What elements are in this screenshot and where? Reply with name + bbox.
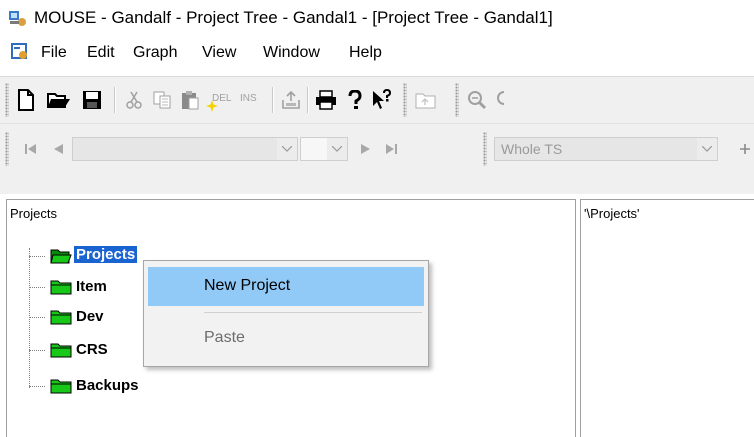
tree-connector bbox=[29, 256, 45, 257]
navigation-toolbar: Whole TS bbox=[0, 123, 754, 194]
record-select[interactable] bbox=[72, 137, 298, 161]
chevron-down-icon[interactable] bbox=[697, 138, 717, 160]
scissors-icon bbox=[126, 91, 142, 109]
toolbar-grip[interactable] bbox=[5, 132, 9, 166]
help-button[interactable] bbox=[343, 88, 367, 112]
toolbar-grip[interactable] bbox=[5, 83, 9, 117]
first-record-button[interactable] bbox=[18, 137, 42, 161]
printer-icon bbox=[316, 90, 336, 110]
chevron-down-icon[interactable] bbox=[327, 138, 347, 160]
add-button[interactable] bbox=[736, 137, 754, 161]
context-menu-new-project[interactable]: New Project bbox=[148, 267, 424, 306]
tree-node-crs[interactable]: CRS bbox=[74, 341, 110, 358]
upload-button[interactable] bbox=[279, 88, 303, 112]
folder-icon bbox=[50, 379, 72, 394]
tree-node-projects[interactable]: Projects bbox=[74, 246, 138, 263]
mouse-app-icon bbox=[9, 11, 26, 26]
document-window-icon[interactable] bbox=[10, 42, 30, 62]
magnifier-icon bbox=[468, 91, 487, 110]
menu-help[interactable]: Help bbox=[349, 44, 382, 62]
time-range-value: Whole TS bbox=[501, 141, 563, 157]
print-button[interactable] bbox=[314, 88, 338, 112]
tree-connector bbox=[29, 350, 45, 351]
title-bar: MOUSE - Gandalf - Project Tree - Gandal1… bbox=[0, 0, 754, 34]
main-toolbar: DEL INS bbox=[0, 76, 754, 123]
open-folder-icon bbox=[47, 93, 70, 108]
upload-tray-icon bbox=[282, 90, 300, 109]
context-menu-label: New Project bbox=[204, 277, 291, 294]
tree-connector bbox=[29, 317, 45, 318]
context-menu-label: Paste bbox=[204, 329, 245, 346]
pointer-help-icon bbox=[373, 89, 392, 109]
toolbar-grip[interactable] bbox=[455, 83, 459, 117]
skip-last-icon bbox=[386, 144, 397, 154]
toolbar-separator bbox=[114, 87, 115, 113]
paste-button[interactable] bbox=[178, 88, 202, 112]
copy-button[interactable] bbox=[150, 88, 174, 112]
zoom-button[interactable] bbox=[465, 88, 489, 112]
clipboard-icon bbox=[182, 91, 199, 110]
toolbar-separator bbox=[307, 87, 308, 113]
question-mark-icon bbox=[348, 90, 362, 109]
folder-up-button[interactable] bbox=[414, 88, 438, 112]
pane-header: Projects bbox=[10, 206, 57, 221]
folder-icon bbox=[50, 310, 72, 325]
sub-record-select[interactable] bbox=[300, 137, 348, 161]
menu-separator bbox=[204, 312, 422, 313]
new-file-button[interactable] bbox=[14, 88, 38, 112]
next-record-button[interactable] bbox=[354, 137, 378, 161]
menu-file[interactable]: File bbox=[41, 44, 67, 62]
tree-connector bbox=[29, 287, 45, 288]
triangle-right-icon bbox=[361, 144, 370, 154]
open-folder-icon bbox=[50, 249, 72, 264]
folder-icon bbox=[50, 280, 72, 295]
triangle-left-icon bbox=[54, 144, 63, 154]
save-button[interactable] bbox=[80, 88, 104, 112]
time-range-select[interactable]: Whole TS bbox=[494, 137, 718, 161]
chevron-down-icon[interactable] bbox=[277, 138, 297, 160]
folder-icon bbox=[50, 343, 72, 358]
zoom-partial-icon bbox=[497, 91, 504, 105]
context-help-button[interactable] bbox=[370, 88, 394, 112]
detail-pane[interactable]: '\Projects' bbox=[580, 199, 754, 437]
folder-up-icon bbox=[415, 93, 436, 109]
menu-bar: File Edit Graph View Window Help bbox=[0, 34, 754, 72]
tree-node-dev[interactable]: Dev bbox=[74, 308, 106, 325]
plus-icon bbox=[740, 144, 750, 154]
delete-button[interactable]: DEL bbox=[204, 88, 234, 112]
copy-icon bbox=[153, 91, 171, 109]
toolbar-grip[interactable] bbox=[403, 83, 407, 117]
open-file-button[interactable] bbox=[47, 88, 71, 112]
save-disk-icon bbox=[83, 91, 101, 109]
menu-window[interactable]: Window bbox=[263, 44, 320, 62]
last-record-button[interactable] bbox=[380, 137, 404, 161]
insert-button[interactable]: INS bbox=[236, 88, 266, 112]
previous-record-button[interactable] bbox=[46, 137, 70, 161]
cut-button[interactable] bbox=[122, 88, 146, 112]
toolbar-separator bbox=[272, 87, 273, 113]
current-path: '\Projects' bbox=[584, 206, 640, 221]
skip-first-icon bbox=[25, 144, 36, 154]
new-file-icon bbox=[18, 89, 34, 111]
tree-node-backups[interactable]: Backups bbox=[74, 377, 141, 394]
insert-label: INS bbox=[240, 93, 257, 104]
tree-node-items[interactable]: Item bbox=[74, 278, 109, 295]
context-menu: New Project Paste bbox=[143, 260, 429, 367]
menu-graph[interactable]: Graph bbox=[133, 44, 177, 62]
tree-connector bbox=[29, 386, 45, 387]
tree-connector bbox=[29, 248, 30, 388]
toolbar-grip[interactable] bbox=[483, 132, 487, 166]
window-title: MOUSE - Gandalf - Project Tree - Gandal1… bbox=[34, 8, 553, 27]
menu-view[interactable]: View bbox=[202, 44, 236, 62]
context-menu-paste[interactable]: Paste bbox=[148, 319, 424, 358]
zoom-extra-button[interactable] bbox=[496, 88, 504, 112]
menu-edit[interactable]: Edit bbox=[87, 44, 115, 62]
delete-label: DEL bbox=[212, 93, 232, 104]
